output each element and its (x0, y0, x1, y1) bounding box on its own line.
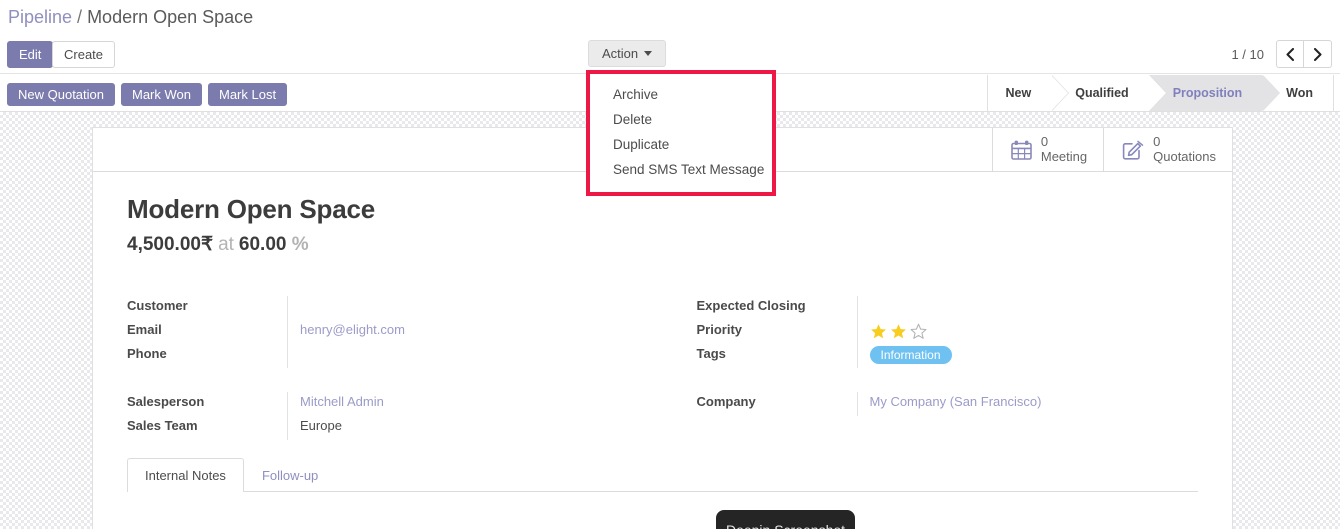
pencil-square-icon (1122, 140, 1144, 160)
stat-value: 0 (1040, 133, 1049, 149)
stat-text: 0 Meeting (1040, 133, 1088, 165)
pager-previous-button[interactable] (1276, 40, 1304, 68)
stage-arrow (1262, 75, 1280, 111)
menu-item-archive[interactable]: Archive (590, 82, 772, 107)
probability-value: 60.00 (238, 234, 287, 255)
tab-internal-notes[interactable]: Internal Notes (127, 458, 244, 492)
star-filled-icon[interactable] (870, 323, 887, 340)
stage-label: Won (1286, 86, 1313, 100)
pager-buttons (1276, 40, 1332, 68)
deepin-screenshot-toast: Deepin Screenshot (716, 510, 855, 529)
app-root: Pipeline / Modern Open Space Edit Create… (0, 0, 1340, 529)
star-empty-icon[interactable] (910, 323, 927, 340)
field-label: Expected Closing (696, 298, 806, 313)
record-title: Modern Open Space (127, 194, 375, 224)
record-subtitle: 4,500.00₹ at 60.00 % (127, 233, 1232, 256)
menu-item-delete[interactable]: Delete (590, 107, 772, 132)
breadcrumb-current: Modern Open Space (87, 6, 254, 27)
field-expected-closing: Expected Closing (697, 296, 1152, 320)
menu-item-duplicate[interactable]: Duplicate (590, 132, 772, 157)
stat-buttons: 0 Meeting 0 Quotations (991, 128, 1232, 171)
field-group-right: Expected Closing Priority Tags Informati… (126, 296, 1041, 440)
action-dropdown-menu: Archive Delete Duplicate Send SMS Text M… (586, 70, 776, 196)
stat-label: Meeting (1040, 148, 1088, 164)
field-value-expected-closing[interactable] (856, 296, 1152, 320)
stage-label: Proposition (1172, 86, 1243, 100)
stage-arrow (1051, 75, 1069, 111)
tab-follow-up[interactable]: Follow-up (244, 458, 336, 492)
field-group-gap (697, 368, 1152, 392)
field-label: Company (696, 394, 756, 409)
action-dropdown: Archive Delete Duplicate Send SMS Text M… (586, 70, 776, 196)
expected-revenue-amount: 4,500.00 (127, 234, 201, 255)
field-value-priority[interactable] (856, 320, 1152, 344)
pager-next-button[interactable] (1304, 40, 1332, 68)
pipeline-statusbar: New Qualified Proposition Won (986, 75, 1334, 111)
field-groups: Customer Email henry@elight.com Phone Sa… (93, 296, 1232, 440)
star-filled-icon[interactable] (890, 323, 907, 340)
chevron-left-icon (1286, 47, 1294, 61)
stage-arrow (1148, 75, 1166, 111)
record-action-buttons: New Quotation Mark Won Mark Lost (7, 83, 288, 106)
mark-lost-button[interactable]: Mark Lost (208, 83, 288, 106)
breadcrumb-link-pipeline[interactable]: Pipeline (8, 7, 72, 28)
stage-label: New (1005, 86, 1032, 100)
edit-button[interactable]: Edit (7, 41, 54, 68)
create-button[interactable]: Create (52, 41, 116, 68)
action-dropdown-button[interactable]: Action (588, 40, 667, 67)
action-button-label: Action (602, 46, 639, 61)
menu-item-send-sms[interactable]: Send SMS Text Message (590, 157, 772, 182)
field-tags: Tags Information (697, 344, 1152, 368)
notebook: Internal Notes Follow-up (127, 458, 1198, 492)
stage-new[interactable]: New (987, 75, 1070, 111)
stat-value: 0 (1153, 133, 1161, 149)
spacer-label (697, 368, 857, 372)
priority-stars[interactable] (870, 322, 1152, 340)
stat-button-quotations[interactable]: 0 Quotations (1103, 128, 1232, 171)
chevron-down-icon (644, 51, 653, 56)
pager: 1 / 10 (1231, 40, 1332, 68)
currency-symbol: ₹ (200, 234, 214, 255)
field-priority: Priority (697, 320, 1152, 344)
stat-text: 0 Quotations (1153, 133, 1216, 165)
stat-label: Quotations (1153, 148, 1216, 164)
notebook-tabs: Internal Notes Follow-up (127, 458, 1198, 492)
mark-won-button[interactable]: Mark Won (121, 83, 202, 106)
breadcrumb-separator: / (77, 6, 83, 27)
control-panel: Edit Create Action 1 / 10 (0, 34, 1340, 74)
spacer-value (857, 368, 1152, 392)
field-value-tags[interactable]: Information (856, 344, 1152, 368)
field-company: Company My Company (San Francisco) (697, 392, 1152, 416)
pager-count: 1 / 10 (1231, 46, 1264, 62)
stat-button-meeting[interactable]: 0 Meeting (991, 128, 1103, 171)
breadcrumb: Pipeline / Modern Open Space (0, 0, 1340, 34)
at-separator: at (218, 234, 234, 255)
percent-symbol: % (291, 234, 309, 255)
new-quotation-button[interactable]: New Quotation (7, 83, 115, 106)
stage-label: Qualified (1075, 86, 1129, 100)
field-value-company[interactable]: My Company (San Francisco) (856, 392, 1152, 416)
field-label: Tags (696, 346, 726, 361)
tag-information[interactable]: Information (869, 346, 952, 364)
chevron-right-icon (1313, 47, 1321, 61)
calendar-icon (1011, 140, 1032, 160)
company-link[interactable]: My Company (San Francisco) (870, 394, 1042, 409)
field-label: Priority (696, 322, 743, 337)
